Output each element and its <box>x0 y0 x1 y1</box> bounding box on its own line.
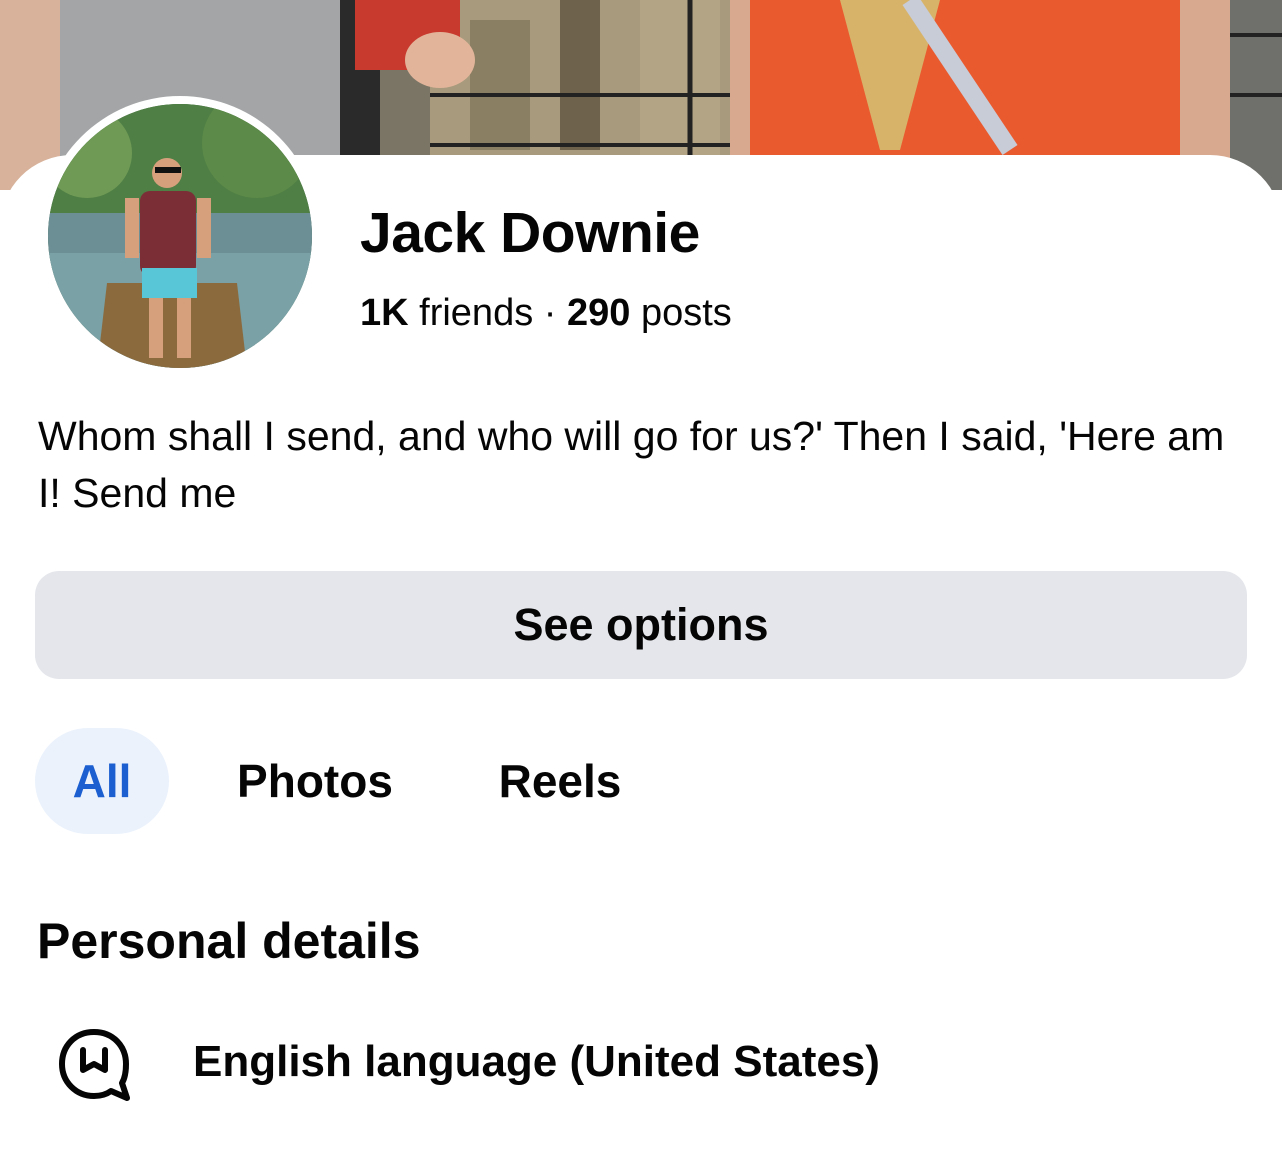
speech-bubble-icon <box>55 1026 133 1104</box>
profile-stats: 1K friends · 290 posts <box>360 288 732 338</box>
posts-label: posts <box>640 292 732 334</box>
stats-separator: · <box>543 292 557 334</box>
posts-count: 290 <box>566 292 631 334</box>
tab-all[interactable]: All <box>35 728 169 834</box>
language-text: English language (United States) <box>193 1037 880 1086</box>
tab-all-label: All <box>72 755 132 807</box>
friends-count[interactable]: 1K <box>360 292 409 334</box>
avatar-image <box>48 104 312 368</box>
tab-reels[interactable]: Reels <box>485 728 635 834</box>
tab-photos[interactable]: Photos <box>220 728 410 834</box>
see-options-button[interactable]: See options <box>35 571 1247 679</box>
friends-label[interactable]: friends <box>419 292 533 334</box>
tab-photos-label: Photos <box>237 755 393 807</box>
personal-detail-language: English language (United States) <box>55 1020 1245 1106</box>
personal-details-title: Personal details <box>37 913 421 969</box>
profile-name: Jack Downie <box>360 201 700 265</box>
profile-avatar[interactable] <box>40 96 320 376</box>
profile-bio: Whom shall I send, and who will go for u… <box>38 413 1225 516</box>
see-options-label: See options <box>513 599 769 650</box>
tab-reels-label: Reels <box>498 755 622 807</box>
profile-page: Jack Downie 1K friends · 290 posts Whom … <box>0 0 1282 1150</box>
